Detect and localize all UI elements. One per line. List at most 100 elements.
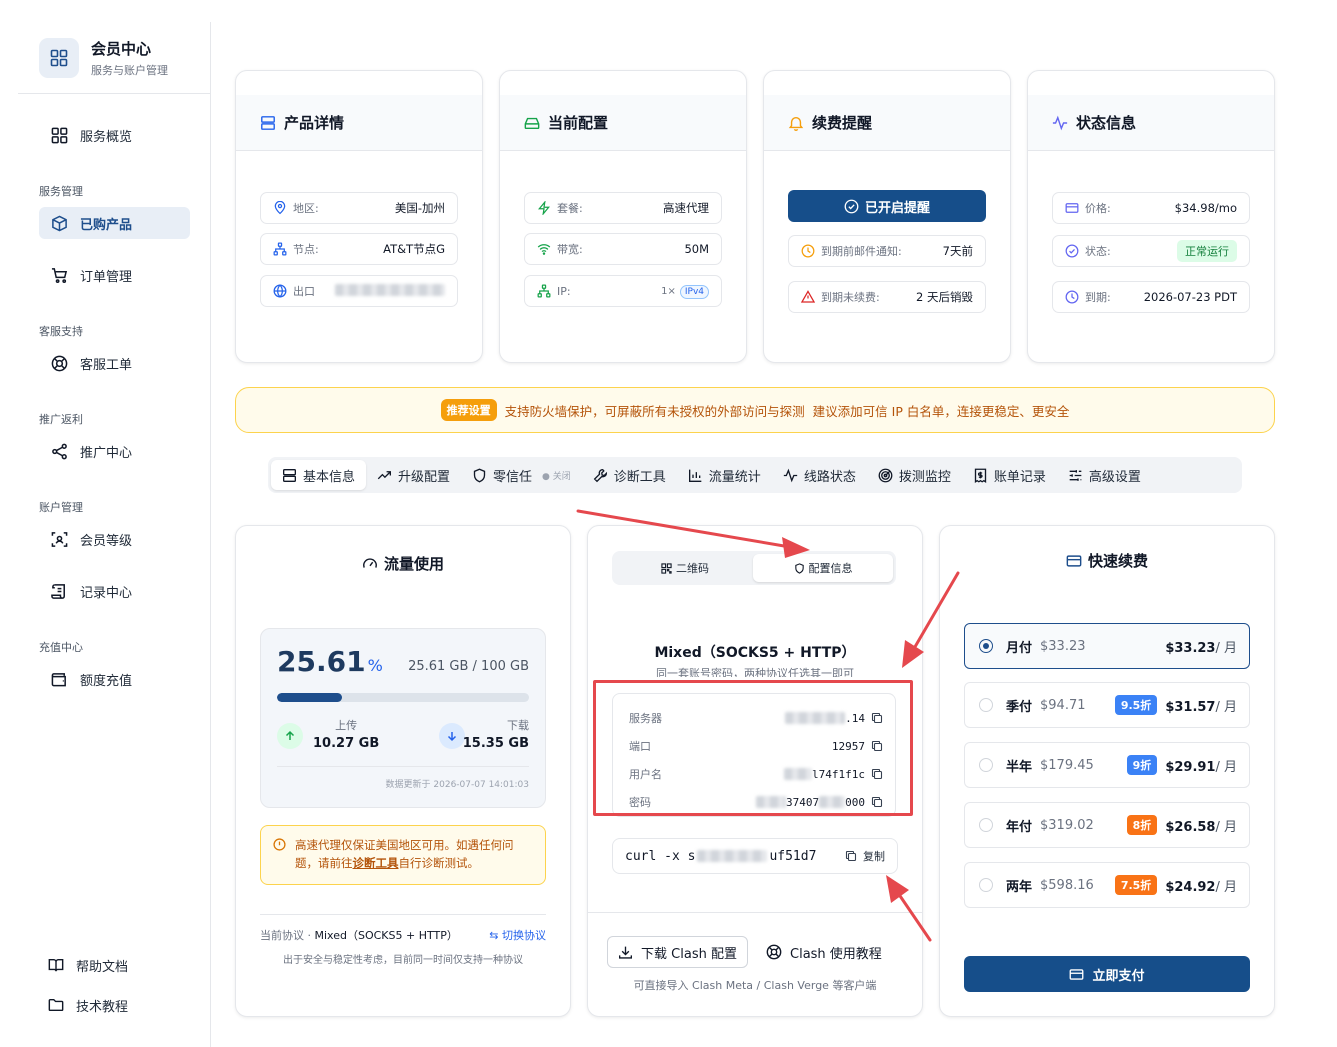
sidebar-item-label: 推广中心 [80, 445, 133, 461]
plan-yearly[interactable]: 年付 $319.02 8折 $26.58/ 月 [964, 802, 1250, 848]
sidebar-item-overview[interactable]: 服务概览 [39, 119, 190, 151]
sidebar-item-recharge[interactable]: 额度充值 [39, 663, 190, 695]
bandwidth-value: 50M [684, 242, 709, 256]
plan-two-years[interactable]: 两年 $598.16 7.5折 $24.92/ 月 [964, 862, 1250, 908]
nav-group-referral: 推广返利 [39, 413, 83, 426]
sidebar-item-membership[interactable]: 会员等级 [39, 523, 190, 555]
radio[interactable] [979, 758, 993, 772]
receipt-icon [974, 468, 987, 483]
network-icon [273, 242, 287, 256]
recommend-tag: 推荐设置 [440, 399, 497, 421]
tab-probe-monitor[interactable]: 拨测监控 [867, 460, 962, 490]
config-info-tab[interactable]: 配置信息 [753, 554, 893, 582]
scroll-icon [51, 583, 65, 599]
bell-icon [788, 116, 804, 131]
sidebar-item-tutorials[interactable]: 技术教程 [36, 989, 187, 1021]
sidebar-item-help[interactable]: 帮助文档 [36, 949, 187, 981]
tab-traffic-stats[interactable]: 流量统计 [677, 460, 772, 490]
plan-name: 年付 [1006, 819, 1033, 835]
pay-now-button[interactable]: 立即支付 [964, 956, 1250, 992]
brand: 会员中心 服务与账户管理 [18, 22, 210, 94]
bandwidth-row: 带宽: 50M [524, 233, 722, 265]
radio[interactable] [979, 818, 993, 832]
tab-route-status[interactable]: 线路状态 [772, 460, 867, 490]
banner-text: 支持防火墙保护，可屏蔽所有未授权的外部访问与探测 [504, 403, 805, 419]
sidebar-item-tickets[interactable]: 客服工单 [39, 347, 190, 379]
tab-label: 线路状态 [803, 469, 856, 485]
tab-billing[interactable]: 账单记录 [962, 460, 1057, 490]
sidebar-item-referral[interactable]: 推广中心 [39, 435, 190, 467]
nav-group-account: 账户管理 [39, 501, 83, 514]
tab-label: 升级配置 [398, 469, 451, 485]
sidebar-item-purchased[interactable]: 已购产品 [39, 207, 190, 239]
node-value: AT&T节点G [383, 242, 445, 256]
qrcode-icon [661, 562, 672, 574]
state-label: 状态: [1085, 245, 1111, 258]
product-details-card: 产品详情 地区: 美国-加州 节点: AT&T节点G 出口 [235, 70, 483, 363]
updated-time: 数据更新于 2026-07-07 14:01:03 [385, 780, 529, 790]
wrench-icon [593, 468, 607, 482]
traffic-usage-card: 流量使用 25.61% 25.61 GB / 100 GB 上传 10.27 G… [235, 525, 571, 1017]
curl-command[interactable]: curl -x s uf51d7 复制 [612, 838, 898, 874]
sidebar-item-label: 已购产品 [80, 217, 133, 233]
reminder-enabled-button[interactable]: 已开启提醒 [788, 190, 986, 222]
upload-label: 上传 [335, 719, 358, 732]
plan-quarterly[interactable]: 季付 $94.71 9.5折 $31.57/ 月 [964, 682, 1250, 728]
switch-protocol-link[interactable]: ⇆ 切换协议 [489, 927, 546, 943]
sidebar-item-label: 客服工单 [80, 357, 133, 373]
grid-icon [51, 127, 68, 143]
radio[interactable] [979, 698, 993, 712]
book-icon [48, 958, 64, 972]
sliders-icon [1069, 469, 1082, 481]
current-protocol: 当前协议 · Mixed（SOCKS5 + HTTP） ⇆ 切换协议 [260, 914, 546, 943]
download-clash-config-button[interactable]: 下载 Clash 配置 [607, 936, 748, 968]
upload-value: 10.27 GB [313, 736, 380, 751]
plan-price: $33.23/ 月 [1165, 640, 1237, 656]
globe-icon [273, 284, 287, 298]
tab-label: 零信任 [493, 469, 533, 485]
plan-monthly[interactable]: 月付 $33.23 $33.23/ 月 [964, 623, 1250, 669]
activity-icon [783, 468, 797, 482]
info-icon [273, 838, 286, 851]
diagnostics-link[interactable]: 诊断工具 [353, 856, 399, 870]
arrow-down-icon [439, 723, 465, 749]
copy-curl-button[interactable]: 复制 [839, 844, 891, 868]
radio[interactable] [979, 878, 993, 892]
radio-selected[interactable] [979, 639, 993, 653]
plan-original-price: $33.23 [1040, 638, 1086, 654]
current-config-card: 当前配置 套餐: 高速代理 带宽: 50M IP: 1× IPv4 [499, 70, 747, 363]
tab-advanced[interactable]: 高级设置 [1057, 460, 1152, 490]
discount-badge: 8折 [1126, 815, 1158, 835]
plan-original-price: $94.71 [1040, 697, 1086, 713]
dashboard-icon [39, 37, 79, 78]
server-icon [261, 115, 275, 130]
usage-percent: 25.61% [277, 645, 383, 678]
card-title: 续费提醒 [812, 114, 873, 132]
reminder-button-label: 已开启提醒 [864, 200, 930, 216]
lifebuoy-icon [766, 944, 782, 960]
tab-upgrade[interactable]: 升级配置 [366, 460, 461, 490]
sidebar-item-orders[interactable]: 订单管理 [39, 259, 190, 291]
tab-diagnostics[interactable]: 诊断工具 [582, 460, 677, 490]
credit-card-icon [1066, 554, 1082, 567]
plan-half-year[interactable]: 半年 $179.45 9折 $29.91/ 月 [964, 742, 1250, 788]
clash-client-note: 可直接导入 Clash Meta / Clash Verge 等客户端 [633, 979, 877, 992]
tab-zero-trust[interactable]: 零信任 ● 关闭 [461, 460, 582, 490]
plan-label: 套餐: [557, 202, 583, 215]
recommendation-banner[interactable]: 推荐设置 支持防火墙保护，可屏蔽所有未授权的外部访问与探测 建议添加可信 IP … [235, 387, 1275, 433]
tab-basic-info[interactable]: 基本信息 [271, 460, 367, 490]
plan-row: 套餐: 高速代理 [524, 192, 722, 224]
plan-value: 高速代理 [663, 201, 709, 215]
discount-badge: 7.5折 [1114, 875, 1158, 895]
check-circle-icon [1065, 244, 1079, 258]
plan-name: 半年 [1006, 759, 1033, 775]
expiry-destroy-label: 到期未续费: [821, 291, 880, 304]
qrcode-tab[interactable]: 二维码 [615, 554, 755, 582]
warning-triangle-icon [801, 290, 815, 303]
clash-tutorial-link[interactable]: Clash 使用教程 [766, 936, 882, 968]
box-icon [52, 215, 67, 231]
card-title: 快速续费 [940, 550, 1274, 571]
sidebar-item-records[interactable]: 记录中心 [39, 575, 190, 607]
sidebar-item-label: 记录中心 [80, 585, 133, 601]
tab-label: 账单记录 [993, 469, 1046, 485]
